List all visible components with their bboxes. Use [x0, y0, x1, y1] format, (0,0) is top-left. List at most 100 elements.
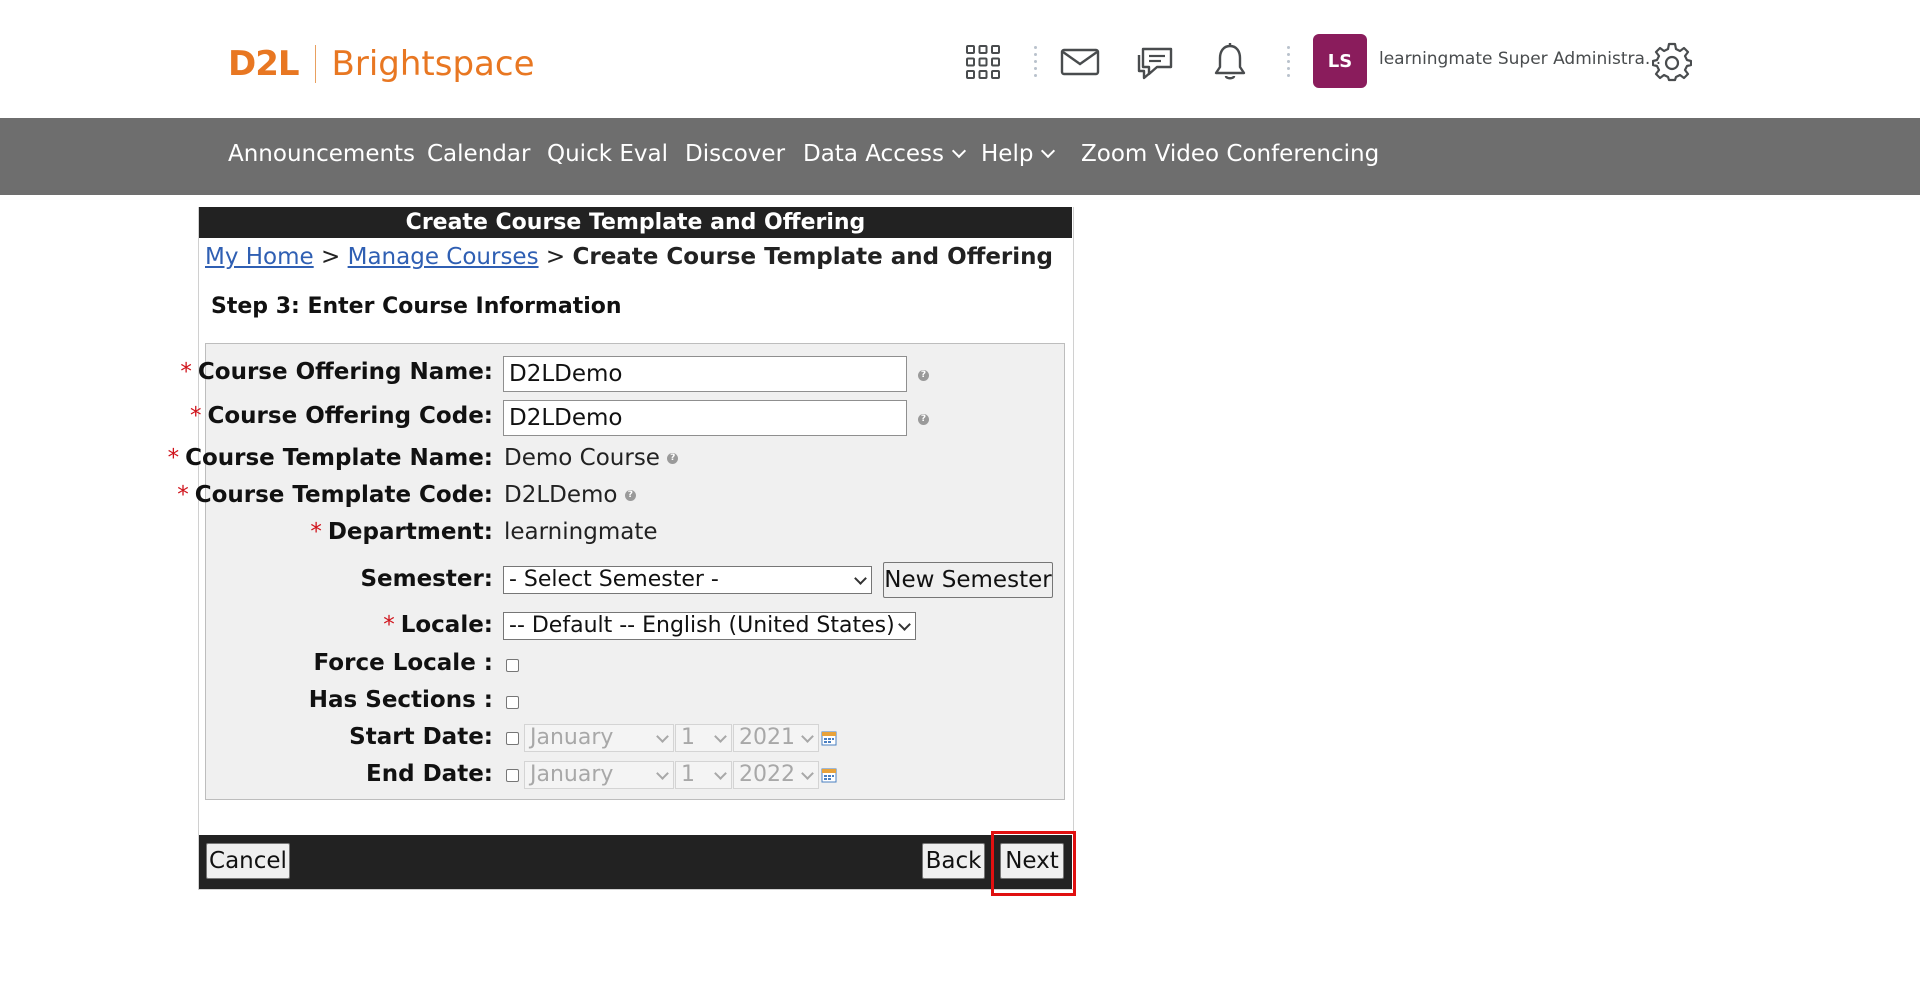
step-heading: Step 3: Enter Course Information [211, 294, 622, 319]
required-marker: * [310, 519, 322, 545]
start-month-select[interactable]: January [524, 724, 674, 752]
required-marker: * [383, 612, 395, 638]
label-text: Course Offering Code: [207, 403, 494, 429]
select-value: January [530, 725, 614, 750]
label-text: Department: [327, 519, 493, 545]
required-marker: * [180, 359, 192, 385]
gear-icon[interactable] [1650, 40, 1694, 84]
help-icon[interactable]: ? [918, 370, 929, 381]
breadcrumb-manage-courses[interactable]: Manage Courses [348, 244, 539, 270]
template-code-label: * Course Template Code: [177, 482, 493, 508]
chevron-down-icon [656, 730, 669, 743]
nav-help[interactable]: Help [981, 118, 1056, 195]
panel-title: Create Course Template and Offering [199, 207, 1072, 238]
end-date-enable-checkbox[interactable] [506, 769, 519, 782]
help-icon[interactable]: ? [624, 490, 636, 501]
required-marker: * [167, 445, 180, 471]
locale-label: * Locale: [383, 612, 493, 638]
navigation-bar: Announcements Calendar Quick Eval Discov… [0, 118, 1920, 195]
user-name[interactable]: learningmate Super Administra... [1379, 49, 1661, 69]
start-date-label: Start Date: [349, 724, 493, 750]
course-selector-grid-icon[interactable] [961, 40, 1005, 84]
end-year-select[interactable]: 2022 [733, 761, 819, 789]
chevron-down-icon [656, 767, 669, 780]
select-value: January [530, 762, 614, 787]
breadcrumb-current: Create Course Template and Offering [572, 244, 1053, 270]
breadcrumb-my-home[interactable]: My Home [205, 244, 314, 270]
select-value: - Select Semester - [509, 567, 719, 592]
help-icon[interactable]: ? [667, 453, 679, 464]
header-divider [1034, 46, 1038, 78]
semester-select[interactable]: - Select Semester - [503, 566, 872, 594]
force-locale-checkbox[interactable] [506, 659, 519, 672]
label-text: Course Template Name: [185, 445, 493, 471]
breadcrumb: My Home > Manage Courses > Create Course… [205, 244, 1053, 270]
chevron-down-icon [951, 143, 967, 159]
breadcrumb-separator: > [321, 244, 341, 270]
logo-divider [314, 45, 316, 83]
chevron-down-icon [714, 730, 727, 743]
label-text: Course Offering Name: [197, 359, 493, 385]
semester-label: Semester: [360, 566, 493, 592]
nav-zoom-video-conferencing[interactable]: Zoom Video Conferencing [1081, 118, 1379, 195]
mail-icon[interactable] [1058, 40, 1102, 84]
force-locale-label: Force Locale : [313, 650, 493, 676]
logo-brightspace-text: Brightspace [331, 44, 535, 84]
select-value: 2021 [739, 725, 795, 750]
chat-messages-icon[interactable] [1133, 40, 1177, 84]
help-icon[interactable]: ? [918, 414, 929, 425]
notifications-bell-icon[interactable] [1208, 40, 1252, 84]
department-label: * Department: [310, 519, 493, 545]
offering-name-input[interactable]: D2LDemo [503, 356, 907, 392]
offering-code-input[interactable]: D2LDemo [503, 400, 907, 436]
start-day-select[interactable]: 1 [675, 724, 732, 752]
required-marker: * [190, 403, 202, 429]
back-button[interactable]: Back [922, 843, 985, 879]
breadcrumb-separator: > [545, 244, 566, 270]
select-value: 1 [681, 725, 695, 750]
start-year-select[interactable]: 2021 [733, 724, 819, 752]
nav-data-access[interactable]: Data Access [803, 118, 967, 195]
end-day-select[interactable]: 1 [675, 761, 732, 789]
offering-code-label: * Course Offering Code: [190, 403, 493, 429]
select-value: 2022 [739, 762, 795, 787]
cancel-button[interactable]: Cancel [206, 843, 290, 879]
label-text: Course Template Code: [194, 482, 493, 508]
locale-select[interactable]: -- Default -- English (United States) [503, 612, 916, 640]
template-code-value: D2LDemo ? [504, 482, 636, 508]
nav-label: Zoom Video Conferencing [1081, 141, 1380, 167]
offering-name-label: * Course Offering Name: [180, 359, 493, 385]
start-date-enable-checkbox[interactable] [506, 732, 519, 745]
nav-label: Quick Eval [547, 141, 668, 167]
nav-calendar[interactable]: Calendar [427, 118, 530, 195]
nav-label: Data Access [803, 141, 944, 167]
has-sections-label: Has Sections : [308, 687, 493, 713]
chevron-down-icon [854, 572, 867, 585]
nav-label: Calendar [427, 141, 531, 167]
select-value: 1 [681, 762, 695, 787]
header-divider [1287, 46, 1291, 78]
calendar-icon[interactable] [821, 730, 837, 746]
chevron-down-icon [1041, 143, 1056, 159]
new-semester-button[interactable]: New Semester [883, 562, 1053, 598]
next-button-highlight [991, 831, 1076, 896]
select-value: -- Default -- English (United States) [509, 613, 895, 638]
has-sections-checkbox[interactable] [506, 696, 519, 709]
nav-label: Announcements [228, 141, 416, 167]
department-value: learningmate [504, 519, 658, 545]
user-avatar[interactable]: LS [1313, 34, 1367, 88]
label-text: Locale: [400, 612, 493, 638]
nav-label: Discover [685, 141, 786, 167]
nav-quick-eval[interactable]: Quick Eval [547, 118, 668, 195]
value-text: D2LDemo [504, 482, 618, 508]
chevron-down-icon [714, 767, 727, 780]
nav-discover[interactable]: Discover [685, 118, 785, 195]
end-month-select[interactable]: January [524, 761, 674, 789]
nav-label: Help [981, 141, 1034, 167]
logo-d2l-text: D2L [228, 44, 300, 84]
calendar-icon[interactable] [821, 767, 837, 783]
nav-announcements[interactable]: Announcements [228, 118, 415, 195]
brightspace-logo[interactable]: D2L Brightspace [228, 44, 535, 84]
chevron-down-icon [801, 767, 814, 780]
header: D2L Brightspace LS learningmate Super Ad… [0, 0, 1920, 118]
